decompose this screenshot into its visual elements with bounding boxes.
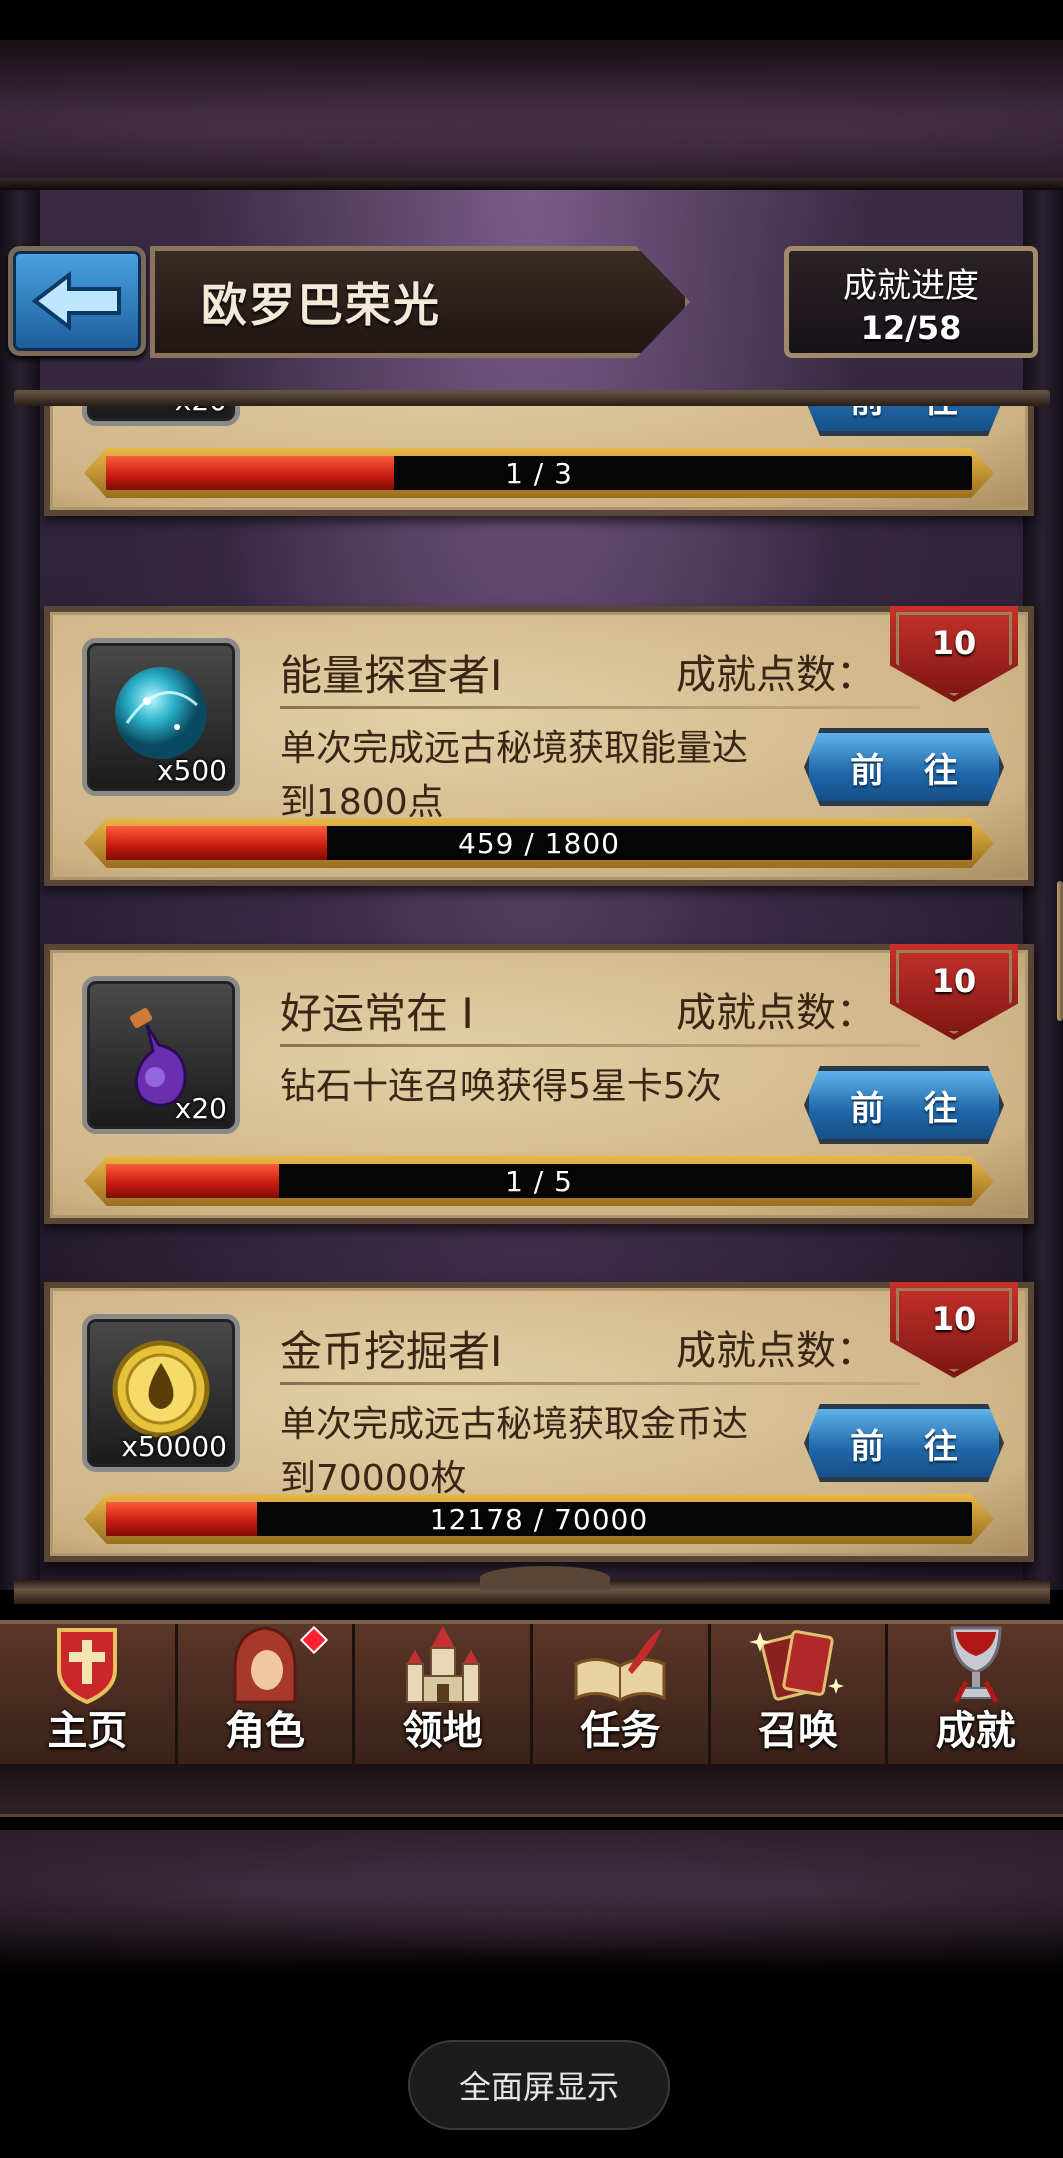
reward-quantity: x20: [174, 1092, 227, 1125]
points-label: 成就点数：: [676, 990, 876, 1036]
progress-bar: 459 / 1800: [84, 818, 994, 868]
progress-bar: 1 / 5: [84, 1156, 994, 1206]
achievement-progress-value: 12/58: [860, 308, 962, 347]
reward-icon-frame: x20: [82, 406, 240, 426]
progress-bar: 12178 / 70000: [84, 1494, 994, 1544]
points-badge: 10: [890, 606, 1018, 702]
points-badge: 10: [890, 944, 1018, 1040]
achievement-title: 能量探查者I: [280, 651, 503, 700]
title-divider: [280, 706, 920, 709]
reward-icon-frame: x500: [82, 638, 240, 796]
progress-text: 459 / 1800: [458, 826, 620, 860]
nav-item-character[interactable]: 角色: [177, 1624, 356, 1764]
achievement-title: 好运常在 I: [280, 989, 474, 1038]
title-divider: [280, 1382, 920, 1385]
nav-label: 成就: [935, 1708, 1016, 1754]
top-ornament: [0, 40, 1063, 190]
reward-quantity: x500: [156, 754, 227, 787]
castle-icon: [405, 1626, 480, 1703]
nav-label: 任务: [580, 1708, 661, 1754]
points-badge: 10: [890, 1282, 1018, 1378]
go-button[interactable]: 前 往: [804, 406, 1004, 436]
progress-bar: 1 / 3: [84, 448, 994, 498]
nav-item-summon[interactable]: 召唤: [710, 1624, 889, 1764]
achievement-description: 单次完成远古秘境获取能量达到1800点: [280, 728, 749, 823]
fullscreen-display-button[interactable]: 全面屏显示: [408, 2040, 670, 2130]
reward-icon-frame: x50000: [82, 1314, 240, 1472]
bottom-nav: 主页 角色 领地 任务 召唤 成就: [0, 1620, 1063, 1768]
nav-item-achievement[interactable]: 成就: [888, 1624, 1063, 1764]
book-quill-icon: [574, 1628, 666, 1702]
nav-item-territory[interactable]: 领地: [355, 1624, 534, 1764]
nav-label: 召唤: [758, 1708, 839, 1754]
achievement-card: x500 能量探查者I 成就点数： 单次完成远古秘境获取能量达到1800点 10…: [44, 606, 1034, 886]
achievement-card: x20 好运常在 I 成就点数： 钻石十连召唤获得5星卡5次 10 前 往 1 …: [44, 944, 1034, 1224]
achievement-title: 金币挖掘者I: [280, 1327, 503, 1376]
achievement-list[interactable]: x20 前 往 1 / 3 x500 能量探查者I 成就点数： 单次完成远古秘境…: [0, 406, 1063, 1586]
achievement-progress-label: 成就进度: [843, 265, 979, 306]
bottom-ornament: [0, 1830, 1063, 1980]
go-button[interactable]: 前 往: [804, 728, 1004, 806]
scrollbar-thumb[interactable]: [1057, 881, 1063, 1021]
progress-text: 12178 / 70000: [429, 1502, 649, 1536]
nav-label: 主页: [47, 1708, 128, 1754]
nav-item-home[interactable]: 主页: [0, 1624, 178, 1764]
reward-icon-frame: x20: [82, 976, 240, 1134]
list-bottom-rail: [14, 1566, 1050, 1604]
achievement-description: 钻石十连召唤获得5星卡5次: [280, 1066, 722, 1107]
list-top-rail: [14, 390, 1050, 406]
points-label: 成就点数：: [676, 652, 876, 698]
points-label: 成就点数：: [676, 1328, 876, 1374]
summon-cards-icon: [749, 1630, 845, 1701]
page-title: 欧罗巴荣光: [201, 278, 441, 332]
achievement-description: 单次完成远古秘境获取金币达到70000枚: [280, 1404, 749, 1499]
reward-quantity: x50000: [121, 1430, 227, 1463]
left-arrow-icon: [31, 271, 121, 331]
achievement-card: x50000 金币挖掘者I 成就点数： 单次完成远古秘境获取金币达到70000枚…: [44, 1282, 1034, 1562]
reward-quantity: x20: [175, 406, 227, 417]
nav-base-plate: [0, 1764, 1063, 1817]
go-button[interactable]: 前 往: [804, 1066, 1004, 1144]
go-button[interactable]: 前 往: [804, 1404, 1004, 1482]
hooded-character-icon: [233, 1626, 297, 1704]
progress-text: 1 / 3: [505, 456, 573, 490]
achievement-progress: 成就进度 12/58: [784, 246, 1038, 358]
progress-text: 1 / 5: [505, 1164, 573, 1198]
shield-cross-icon: [57, 1628, 118, 1704]
title-plate: 欧罗巴荣光: [150, 246, 690, 358]
back-button[interactable]: [8, 246, 146, 356]
title-divider: [280, 1044, 920, 1047]
nav-item-tasks[interactable]: 任务: [533, 1624, 711, 1764]
achievement-card: x20 前 往 1 / 3: [44, 406, 1034, 516]
nav-label: 领地: [402, 1708, 483, 1754]
nav-label: 角色: [225, 1708, 305, 1754]
trophy-icon: [950, 1626, 1002, 1704]
